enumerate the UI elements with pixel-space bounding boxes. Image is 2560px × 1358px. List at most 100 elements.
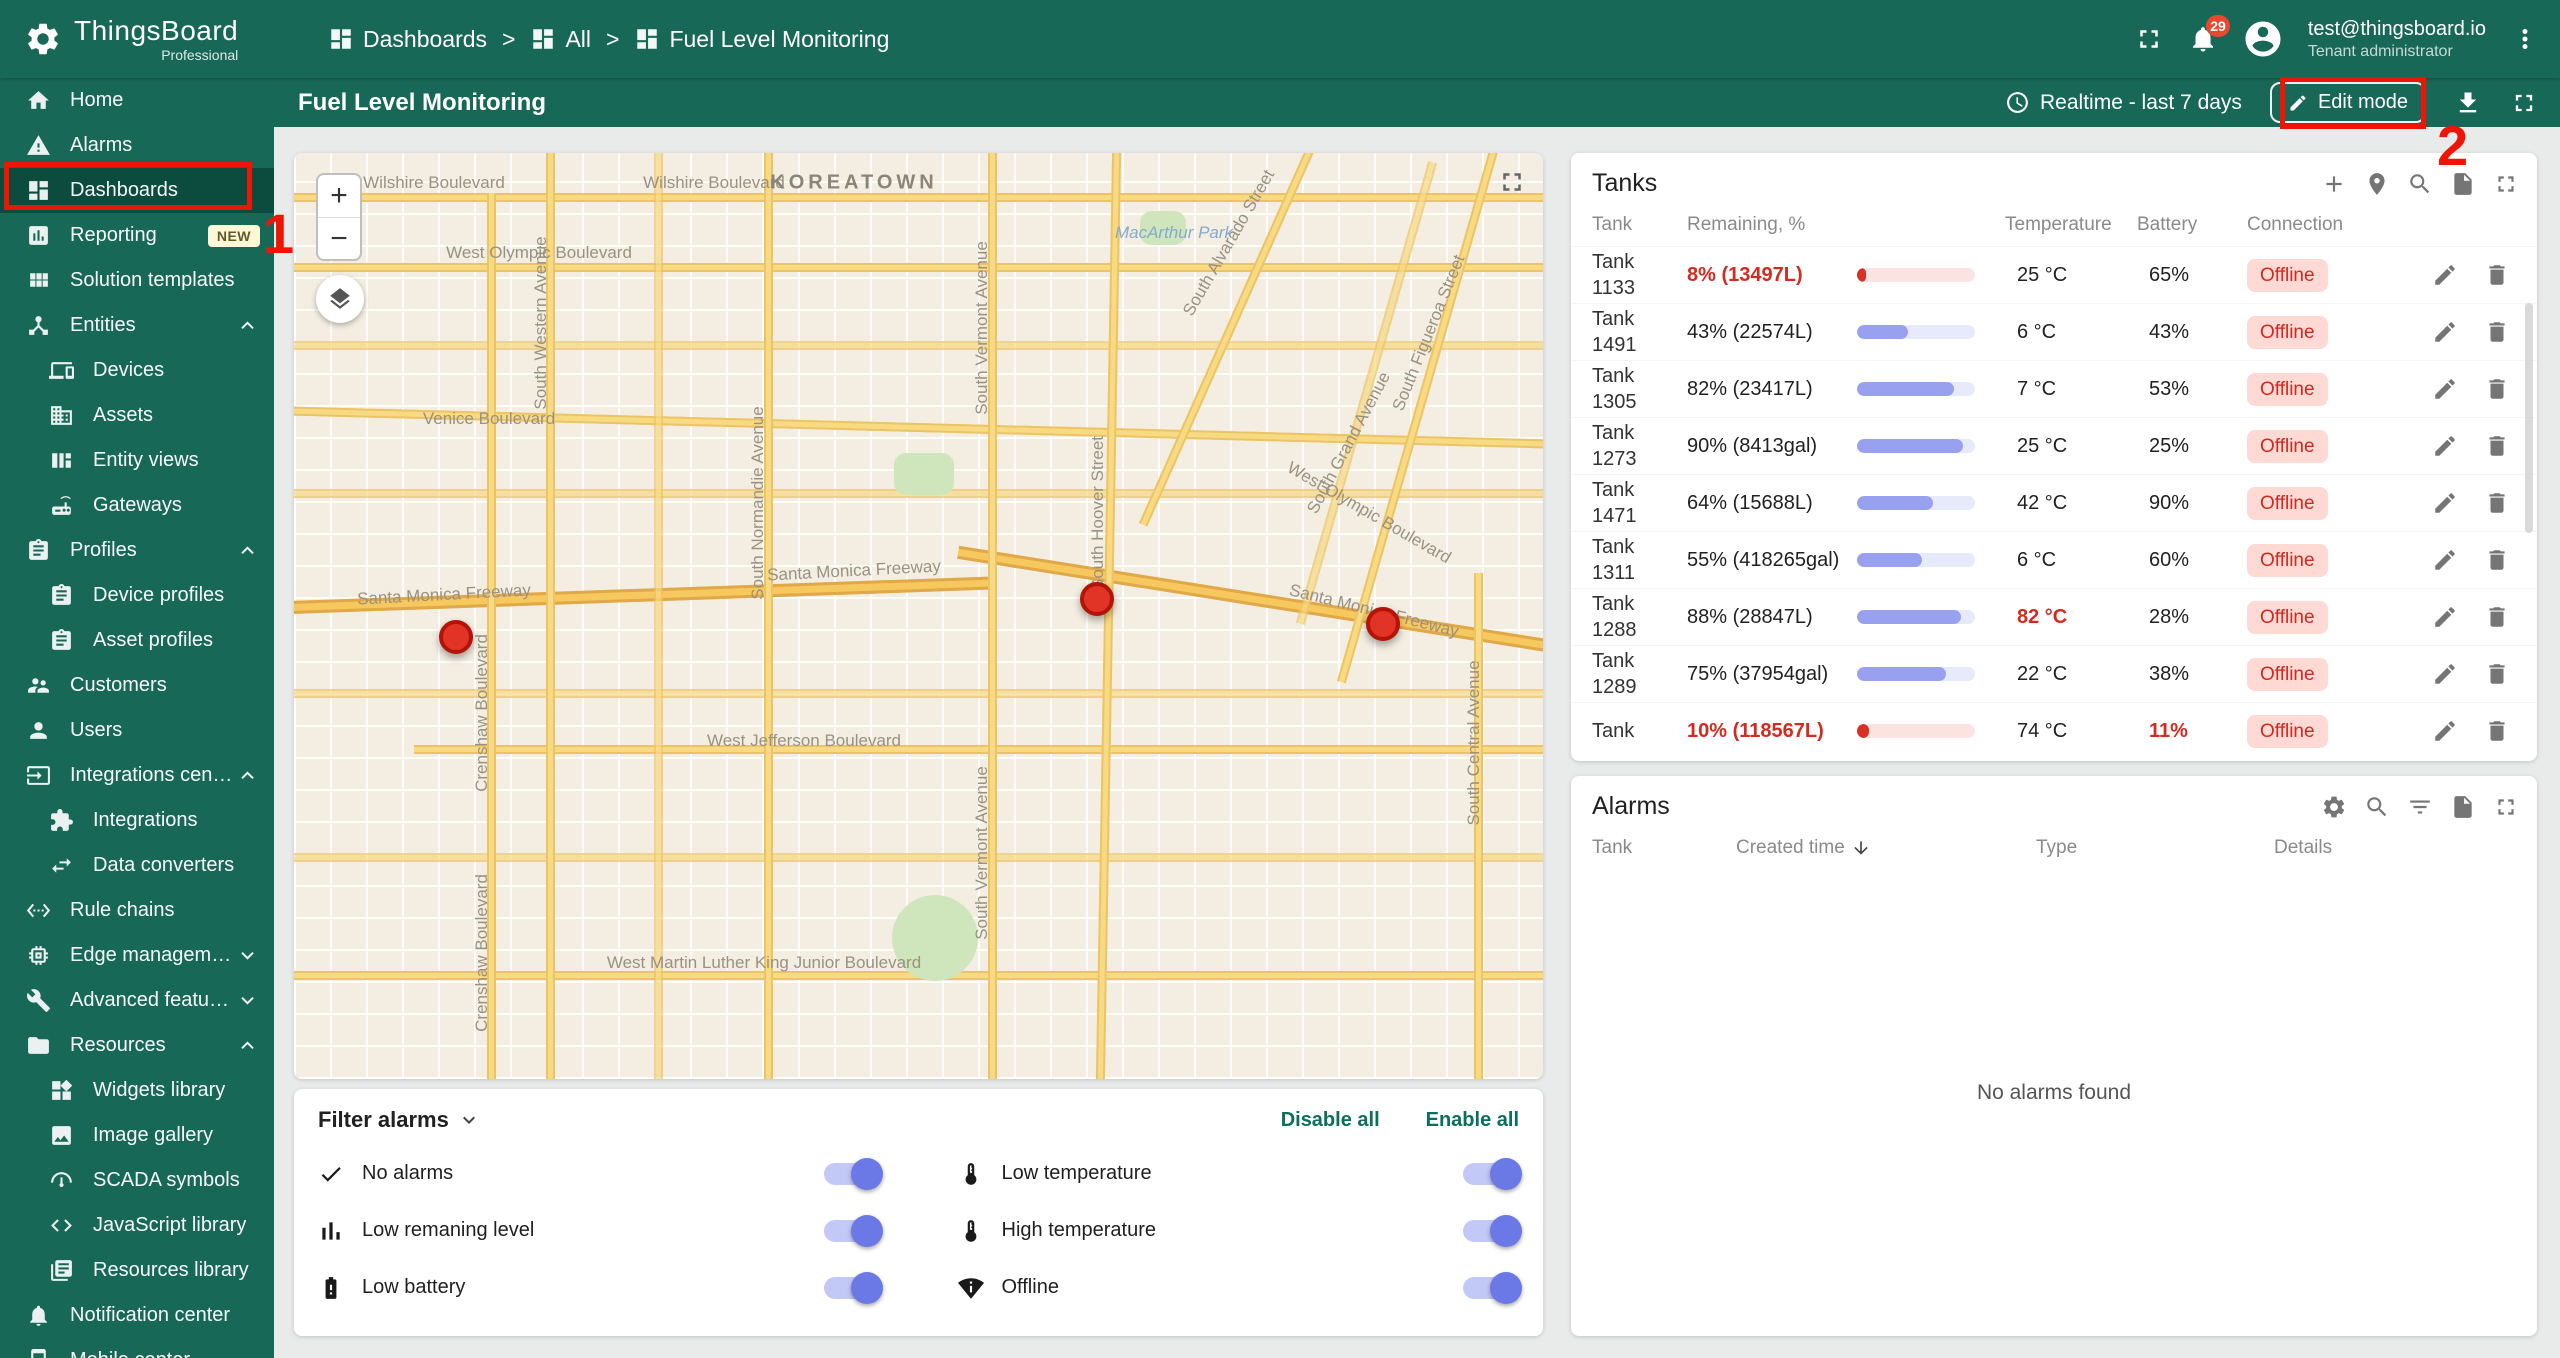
delete-tank-button[interactable] bbox=[2484, 718, 2510, 744]
sidebar-item-reporting[interactable]: Reporting NEW bbox=[0, 213, 274, 258]
map-layers-button[interactable] bbox=[316, 275, 364, 323]
map[interactable]: Wilshire Boulevard Wilshire Boulevard KORE… bbox=[294, 153, 1543, 1079]
dashboard-fullscreen-button[interactable] bbox=[2510, 89, 2538, 117]
time-window-button[interactable]: Realtime - last 7 days bbox=[2005, 90, 2242, 115]
sidebar-item-edge-management[interactable]: Edge management bbox=[0, 933, 274, 978]
delete-tank-button[interactable] bbox=[2484, 376, 2510, 402]
enable-all-button[interactable]: Enable all bbox=[1426, 1109, 1519, 1132]
export-dashboard-button[interactable] bbox=[2454, 89, 2482, 117]
alarms-gear-button[interactable] bbox=[2321, 794, 2347, 820]
edit-tank-button[interactable] bbox=[2432, 433, 2458, 459]
tanks-scrollbar[interactable] bbox=[2525, 303, 2533, 533]
tanks-pin-button[interactable] bbox=[2364, 171, 2390, 197]
sidebar-item-profiles[interactable]: Profiles bbox=[0, 528, 274, 573]
sidebar-item-entities[interactable]: Entities bbox=[0, 303, 274, 348]
sidebar-item-data-converters[interactable]: Data converters bbox=[0, 843, 274, 888]
sidebar-item-notification-center[interactable]: Notification center bbox=[0, 1293, 274, 1338]
delete-tank-button[interactable] bbox=[2484, 319, 2510, 345]
tank-map-marker[interactable] bbox=[1080, 582, 1114, 616]
sidebar-item-integrations[interactable]: Integrations bbox=[0, 798, 274, 843]
tank-row[interactable]: Tank 1273 90% (8413gal) 25 °C 25% Offlin… bbox=[1571, 417, 2537, 474]
tank-row[interactable]: Tank 1289 75% (37954gal) 22 °C 38% Offli… bbox=[1571, 645, 2537, 702]
alarms-search-button[interactable] bbox=[2364, 794, 2390, 820]
breadcrumb-item-dashboards[interactable]: Dashboards bbox=[328, 26, 487, 53]
sidebar-item-scada-symbols[interactable]: SCADA symbols bbox=[0, 1158, 274, 1203]
delete-tank-button[interactable] bbox=[2484, 433, 2510, 459]
sidebar-item-mobile-center[interactable]: Mobile center bbox=[0, 1338, 274, 1358]
sidebar-item-javascript-library[interactable]: JavaScript library bbox=[0, 1203, 274, 1248]
edit-tank-button[interactable] bbox=[2432, 718, 2458, 744]
tank-row[interactable]: Tank 1311 55% (418265gal) 6 °C 60% Offli… bbox=[1571, 531, 2537, 588]
alarms-col-type[interactable]: Type bbox=[2036, 837, 2274, 859]
zoom-out-button[interactable]: − bbox=[318, 217, 360, 259]
delete-tank-button[interactable] bbox=[2484, 262, 2510, 288]
sidebar-item-users[interactable]: Users bbox=[0, 708, 274, 753]
sidebar-item-customers[interactable]: Customers bbox=[0, 663, 274, 708]
user-avatar[interactable] bbox=[2242, 18, 2284, 60]
tanks-fullscreen-button[interactable] bbox=[2493, 171, 2519, 197]
alarms-col-created-time[interactable]: Created time bbox=[1736, 837, 2036, 859]
delete-tank-button[interactable] bbox=[2484, 490, 2510, 516]
edit-tank-button[interactable] bbox=[2432, 661, 2458, 687]
map-fullscreen-button[interactable] bbox=[1497, 167, 1527, 197]
zoom-in-button[interactable]: + bbox=[318, 175, 360, 217]
tank-row[interactable]: Tank 1288 88% (28847L) 82 °C 28% Offline bbox=[1571, 588, 2537, 645]
edit-tank-button[interactable] bbox=[2432, 604, 2458, 630]
delete-tank-button[interactable] bbox=[2484, 547, 2510, 573]
sidebar-item-widgets-library[interactable]: Widgets library bbox=[0, 1068, 274, 1113]
sidebar-item-solution-templates[interactable]: Solution templates bbox=[0, 258, 274, 303]
toggle-offline[interactable] bbox=[1463, 1271, 1522, 1304]
edit-tank-button[interactable] bbox=[2432, 262, 2458, 288]
sidebar-item-entity-views[interactable]: Entity views bbox=[0, 438, 274, 483]
tanks-search-button[interactable] bbox=[2407, 171, 2433, 197]
tank-row[interactable]: Tank 1305 82% (23417L) 7 °C 53% Offline bbox=[1571, 360, 2537, 417]
tank-row[interactable]: Tank 1491 43% (22574L) 6 °C 43% Offline bbox=[1571, 303, 2537, 360]
toggle-no-alarms[interactable] bbox=[823, 1157, 883, 1190]
sidebar-item-advanced-features[interactable]: Advanced features bbox=[0, 978, 274, 1023]
sidebar-item-image-gallery[interactable]: Image gallery bbox=[0, 1113, 274, 1158]
edit-tank-button[interactable] bbox=[2432, 490, 2458, 516]
user-info[interactable]: test@thingsboard.io Tenant administrator bbox=[2308, 16, 2486, 63]
delete-tank-button[interactable] bbox=[2484, 661, 2510, 687]
fullscreen-button[interactable] bbox=[2134, 24, 2164, 54]
tank-map-marker[interactable] bbox=[439, 620, 473, 654]
alarms-col-tank[interactable]: Tank bbox=[1592, 837, 1736, 859]
sidebar-item-resources[interactable]: Resources bbox=[0, 1023, 274, 1068]
alarms-col-details[interactable]: Details bbox=[2274, 837, 2516, 859]
sidebar-item-home[interactable]: Home bbox=[0, 78, 274, 123]
toggle-high-temperature[interactable] bbox=[1463, 1214, 1522, 1247]
sidebar-item-devices[interactable]: Devices bbox=[0, 348, 274, 393]
notifications-button[interactable]: 29 bbox=[2188, 14, 2230, 54]
sidebar-item-gateways[interactable]: Gateways bbox=[0, 483, 274, 528]
breadcrumb-item-all[interactable]: All bbox=[530, 26, 591, 53]
sidebar-item-integrations-center[interactable]: Integrations center bbox=[0, 753, 274, 798]
alarms-file-button[interactable] bbox=[2450, 794, 2476, 820]
breadcrumb-item-fuel-level-monitoring[interactable]: Fuel Level Monitoring bbox=[634, 26, 889, 53]
toggle-low-temperature[interactable] bbox=[1463, 1157, 1522, 1190]
edit-tank-button[interactable] bbox=[2432, 319, 2458, 345]
sidebar-item-device-profiles[interactable]: Device profiles bbox=[0, 573, 274, 618]
tank-row[interactable]: Tank 1133 8% (13497L) 25 °C 65% Offline bbox=[1571, 246, 2537, 303]
sidebar-item-asset-profiles[interactable]: Asset profiles bbox=[0, 618, 274, 663]
map-street-label: West Jefferson Boulevard bbox=[706, 731, 902, 750]
edit-tank-button[interactable] bbox=[2432, 547, 2458, 573]
sidebar-item-assets[interactable]: Assets bbox=[0, 393, 274, 438]
disable-all-button[interactable]: Disable all bbox=[1281, 1109, 1380, 1132]
alarms-filter-button[interactable] bbox=[2407, 794, 2433, 820]
thingsboard-logo[interactable]: ThingsBoard Professional bbox=[0, 14, 274, 62]
toggle-low-battery[interactable] bbox=[823, 1271, 883, 1304]
toggle-low-remaning-level[interactable] bbox=[823, 1214, 883, 1247]
tank-row[interactable]: Tank 1471 64% (15688L) 42 °C 90% Offline bbox=[1571, 474, 2537, 531]
alarms-fullscreen-button[interactable] bbox=[2493, 794, 2519, 820]
sidebar-item-resources-library[interactable]: Resources library bbox=[0, 1248, 274, 1293]
edit-tank-button[interactable] bbox=[2432, 376, 2458, 402]
tank-row[interactable]: Tank 10% (118567L) 74 °C 11% Offline bbox=[1571, 702, 2537, 759]
logo-title: ThingsBoard bbox=[74, 14, 239, 46]
entity-views-icon bbox=[52, 453, 71, 468]
tanks-plus-button[interactable] bbox=[2321, 171, 2347, 197]
more-menu-button[interactable] bbox=[2510, 24, 2540, 54]
sidebar-item-rule-chains[interactable]: Rule chains bbox=[0, 888, 274, 933]
delete-tank-button[interactable] bbox=[2484, 604, 2510, 630]
tank-map-marker[interactable] bbox=[1366, 607, 1400, 641]
filter-alarms-header[interactable]: Filter alarms bbox=[318, 1107, 481, 1133]
